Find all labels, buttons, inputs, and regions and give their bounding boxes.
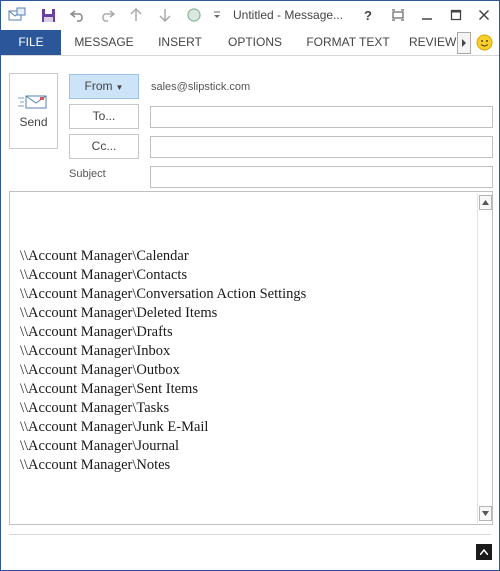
message-body[interactable]: \\Account Manager\Calendar \\Account Man… — [9, 191, 493, 525]
cc-button[interactable]: Cc... — [69, 134, 139, 159]
to-field[interactable] — [150, 106, 493, 128]
body-line: \\Account Manager\Drafts — [20, 324, 173, 340]
body-line: \\Account Manager\Conversation Action Se… — [20, 286, 307, 302]
ribbon-tabs: FILE MESSAGE INSERT OPTIONS FORMAT TEXT … — [1, 30, 499, 56]
body-line: \\Account Manager\Calendar — [20, 248, 189, 264]
tab-file[interactable]: FILE — [1, 30, 61, 55]
chevron-down-icon: ▼ — [115, 83, 124, 92]
down-arrow-icon[interactable] — [155, 5, 175, 25]
tab-format-text[interactable]: FORMAT TEXT — [301, 30, 395, 55]
body-line: \\Account Manager\Inbox — [20, 343, 171, 359]
from-label: From — [84, 79, 113, 93]
undo-icon[interactable] — [68, 5, 88, 25]
tab-insert[interactable]: INSERT — [151, 30, 209, 55]
body-line: \\Account Manager\Notes — [20, 457, 171, 473]
from-address: sales@slipstick.com — [151, 81, 251, 93]
scroll-up-icon[interactable] — [479, 195, 492, 210]
ribbon-display-icon[interactable] — [384, 3, 412, 27]
tab-scroll-right-icon[interactable] — [457, 32, 471, 54]
up-arrow-icon[interactable] — [126, 5, 146, 25]
body-text: \\Account Manager\Calendar \\Account Man… — [20, 247, 306, 475]
body-line: \\Account Manager\Journal — [20, 438, 180, 454]
save-icon[interactable] — [38, 5, 58, 25]
maximize-icon[interactable] — [442, 3, 470, 27]
send-envelope-icon — [18, 94, 48, 113]
body-line: \\Account Manager\Deleted Items — [20, 305, 218, 321]
subject-field[interactable] — [150, 166, 493, 188]
body-line: \\Account Manager\Outbox — [20, 362, 180, 378]
tab-message[interactable]: MESSAGE — [69, 30, 139, 55]
send-label: Send — [19, 115, 48, 129]
redo-icon[interactable] — [97, 5, 117, 25]
customize-dropdown-icon[interactable] — [207, 5, 227, 25]
from-button[interactable]: From ▼ — [69, 74, 139, 99]
help-button[interactable]: ? — [354, 3, 382, 27]
body-line: \\Account Manager\Sent Items — [20, 381, 198, 397]
body-line: \\Account Manager\Junk E-Mail — [20, 419, 209, 435]
subject-label: Subject — [69, 168, 106, 180]
window-title: Untitled - Message... — [233, 8, 344, 22]
to-button[interactable]: To... — [69, 104, 139, 129]
message-window: Untitled - Message... ? FILE MESSAGE INS… — [0, 0, 500, 571]
circle-icon[interactable] — [184, 5, 204, 25]
send-button[interactable]: Send — [9, 73, 58, 149]
tab-review[interactable]: REVIEW — [409, 30, 457, 55]
close-icon[interactable] — [470, 3, 498, 27]
scroll-down-icon[interactable] — [479, 506, 492, 521]
expand-up-icon[interactable] — [476, 544, 492, 560]
cc-field[interactable] — [150, 136, 493, 158]
send-receive-icon[interactable] — [7, 5, 27, 25]
body-line: \\Account Manager\Contacts — [20, 267, 188, 283]
vertical-scrollbar[interactable] — [477, 193, 492, 523]
smiley-feedback-icon[interactable] — [476, 34, 493, 51]
minimize-icon[interactable] — [413, 3, 441, 27]
body-line: \\Account Manager\Tasks — [20, 400, 170, 416]
tab-options[interactable]: OPTIONS — [223, 30, 287, 55]
divider — [9, 534, 491, 535]
title-bar: Untitled - Message... ? — [1, 1, 499, 30]
